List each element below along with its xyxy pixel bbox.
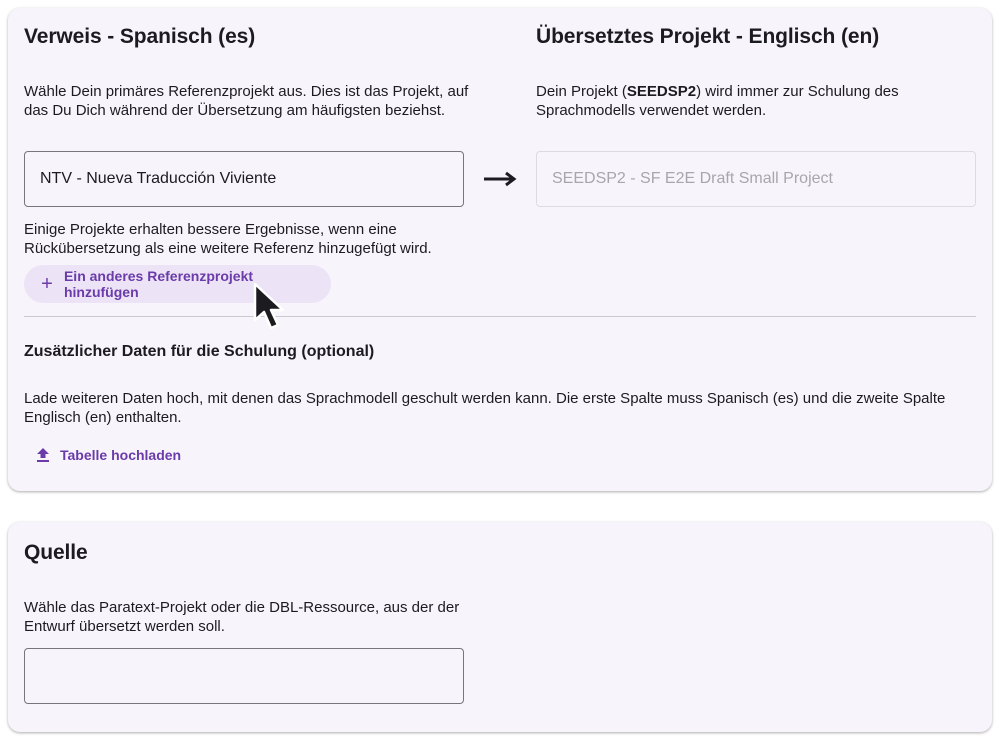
source-project-select[interactable] bbox=[24, 648, 464, 704]
target-project-field: SEEDSP2 - SF E2E Draft Small Project bbox=[536, 151, 976, 207]
additional-data-description: Lade weiteren Daten hoch, mit denen das … bbox=[24, 390, 946, 426]
target-description: Dein Projekt (SEEDSP2) wird immer zur Sc… bbox=[536, 83, 899, 119]
reference-title: Verweis - Spanisch (es) bbox=[24, 25, 256, 48]
upload-table-button[interactable]: Tabelle hochladen bbox=[36, 443, 181, 467]
source-description: Wähle das Paratext-Projekt oder die DBL-… bbox=[24, 599, 460, 635]
upload-icon bbox=[37, 448, 49, 462]
additional-data-title: Zusätzlicher Daten für die Schulung (opt… bbox=[24, 343, 375, 360]
target-title: Übersetztes Projekt - Englisch (en) bbox=[536, 25, 880, 48]
plus-icon: + bbox=[41, 273, 53, 295]
source-card: Quelle Wähle das Paratext-Projekt oder d… bbox=[8, 522, 992, 732]
back-translation-hint: Einige Projekte erhalten bessere Ergebni… bbox=[24, 221, 432, 257]
reference-description: Wähle Dein primäres Referenzprojekt aus.… bbox=[24, 83, 469, 119]
reference-settings-card: Verweis - Spanisch (es) Übersetztes Proj… bbox=[8, 8, 992, 491]
divider bbox=[24, 316, 976, 317]
target-project-code: SEEDSP2 bbox=[626, 83, 697, 100]
mouse-pointer-icon bbox=[253, 282, 285, 330]
arrow-right-icon bbox=[484, 171, 517, 187]
upload-table-label: Tabelle hochladen bbox=[60, 447, 182, 463]
reference-project-select[interactable]: NTV - Nueva Traducción Viviente bbox=[24, 151, 464, 207]
add-reference-label: Ein anderes Referenzprojekt hinzufügen bbox=[63, 268, 254, 300]
target-project-value: SEEDSP2 - SF E2E Draft Small Project bbox=[552, 170, 833, 187]
source-title: Quelle bbox=[24, 541, 88, 564]
reference-project-value: NTV - Nueva Traducción Viviente bbox=[40, 170, 277, 187]
